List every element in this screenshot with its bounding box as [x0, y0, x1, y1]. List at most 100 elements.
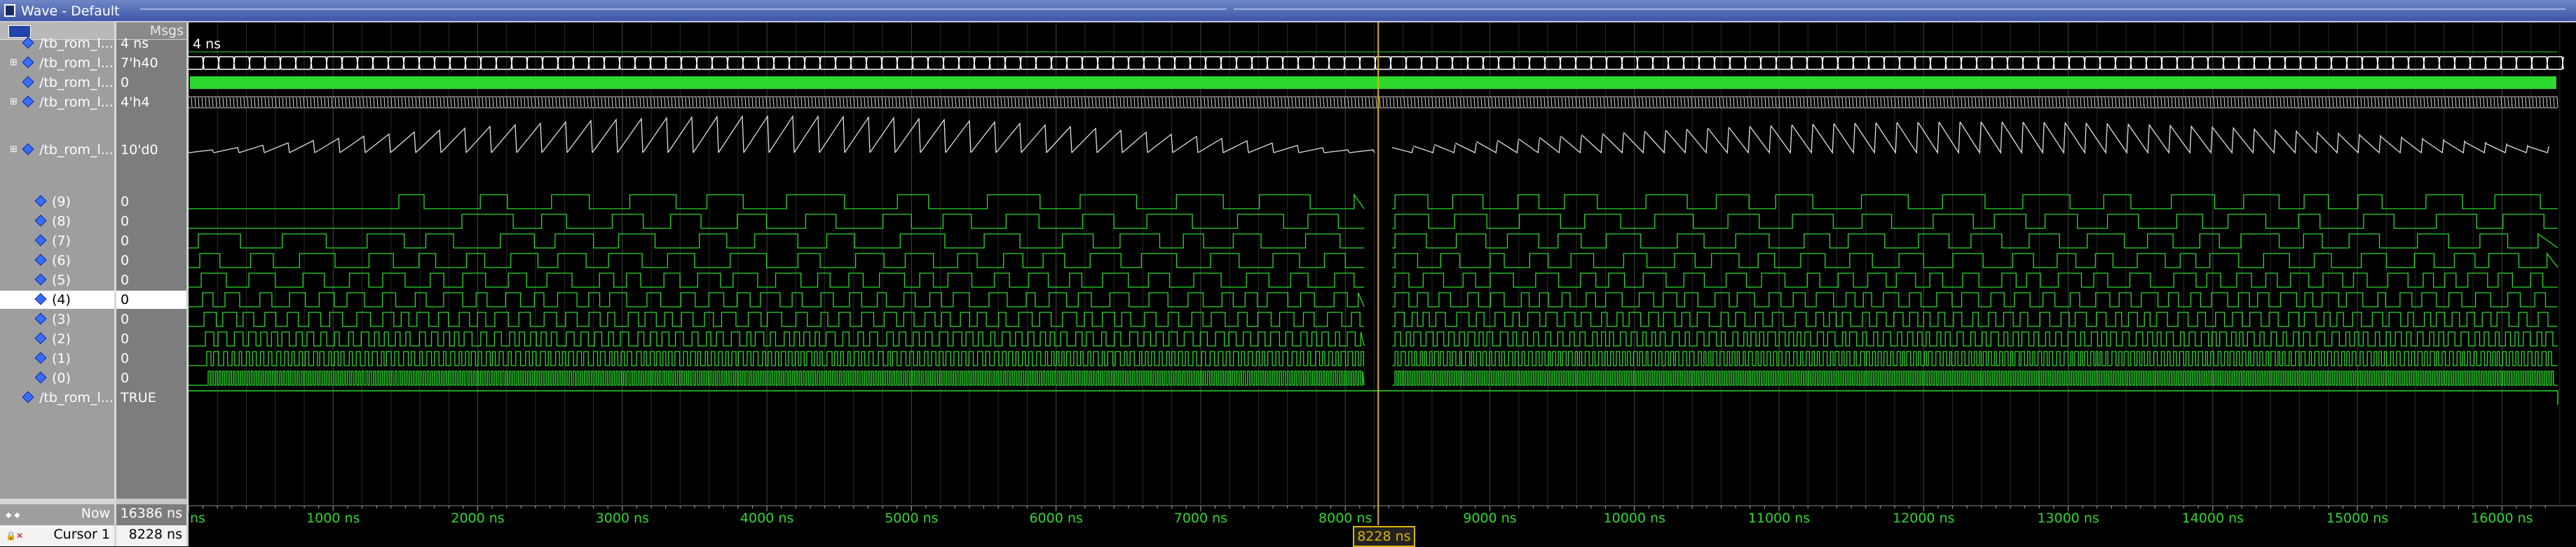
- signal-name: (0): [52, 371, 71, 386]
- now-label: Now: [81, 506, 110, 521]
- fast-signal-wave: [190, 76, 2556, 89]
- signal-value-row[interactable]: TRUE: [116, 389, 186, 407]
- signal-row[interactable]: (2): [0, 330, 114, 348]
- signal-value-row[interactable]: 0: [116, 349, 186, 368]
- cursor-value: 8228 ns: [128, 527, 182, 542]
- signal-value: 0: [121, 272, 130, 288]
- signal-name: (8): [52, 214, 71, 229]
- signal-value-row[interactable]: 4'h4: [116, 93, 186, 111]
- cursor-label-cell[interactable]: 🔒✕ Cursor 1: [0, 525, 116, 546]
- signal-row[interactable]: (7): [0, 232, 114, 250]
- bit-wave: [189, 351, 2558, 366]
- dense-bus-wave: [189, 96, 2558, 109]
- signal-value-row[interactable]: 4 ns: [116, 34, 186, 53]
- cursor-time-badge[interactable]: 8228 ns: [1353, 526, 1415, 547]
- now-value-cell: 16386 ns: [116, 504, 189, 525]
- signal-diamond-icon: [34, 273, 47, 286]
- bit-wave: [189, 193, 2558, 209]
- signal-row[interactable]: (1): [0, 349, 114, 368]
- signal-value: 10'd0: [121, 142, 158, 158]
- ruler-tick-label: 10000 ns: [1604, 511, 1665, 525]
- signal-value: 0: [121, 292, 130, 307]
- ruler-tick-label: 8000 ns: [1318, 511, 1372, 525]
- signal-row[interactable]: ⊞ /tb_rom_l...: [0, 54, 114, 72]
- signal-name: (1): [52, 351, 71, 366]
- signal-value-row[interactable]: 0: [116, 212, 186, 230]
- bit-wave: [189, 272, 2558, 288]
- signal-value-row[interactable]: 0: [116, 271, 186, 289]
- signal-value-row[interactable]: 0: [116, 251, 186, 270]
- signal-row[interactable]: (6): [0, 251, 114, 270]
- signal-diamond-icon: [34, 371, 47, 384]
- signal-value-row[interactable]: 0: [116, 291, 186, 309]
- signal-diamond-icon: [22, 391, 34, 403]
- signal-value: 0: [121, 312, 130, 327]
- expand-icon[interactable]: ⊞: [10, 58, 18, 67]
- signal-row[interactable]: /tb_rom_l...: [0, 34, 114, 53]
- expand-icon[interactable]: ⊞: [10, 145, 18, 154]
- cursor-lock-icon[interactable]: 🔒✕: [6, 531, 31, 541]
- signal-row[interactable]: (0): [0, 369, 114, 387]
- signal-value: 4'h4: [121, 95, 150, 110]
- signal-name: (5): [52, 272, 71, 288]
- signal-value: 4 ns: [121, 36, 149, 51]
- signal-value-row[interactable]: 10'd0: [116, 141, 186, 159]
- signal-value-row[interactable]: 0: [116, 74, 186, 92]
- waveform-canvas[interactable]: 4 ns: [188, 22, 2576, 504]
- cursor-row: 🔒✕ Cursor 1 8228 ns 8228 ns: [0, 525, 2576, 547]
- signal-row[interactable]: /tb_rom_l...: [0, 74, 114, 92]
- signal-diamond-icon: [34, 254, 47, 266]
- signal-row[interactable]: (4): [0, 291, 114, 309]
- signal-value: TRUE: [121, 390, 156, 406]
- ruler-tick-label: 13000 ns: [2037, 511, 2099, 525]
- window-title: Wave - Default: [21, 4, 120, 19]
- signal-value: 0: [121, 214, 130, 229]
- now-icon: ⬥ ⬥: [6, 510, 20, 520]
- signal-diamond-icon: [22, 143, 34, 155]
- signal-name: /tb_rom_l...: [39, 95, 114, 110]
- signal-diamond-icon: [34, 214, 47, 227]
- signal-value-row[interactable]: 0: [116, 369, 186, 387]
- value-pane-scrollbar[interactable]: [116, 499, 186, 504]
- signal-name: /tb_rom_l...: [39, 142, 114, 158]
- time-ruler[interactable]: ns 1000 ns 2000 ns 3000 ns 4000 ns 5000 ns 600…: [189, 504, 2576, 525]
- signal-row[interactable]: ⊞ /tb_rom_l...: [0, 141, 114, 159]
- signal-value: 0: [121, 194, 130, 209]
- signal-row[interactable]: ⊞ /tb_rom_l...: [0, 93, 114, 111]
- signal-name: /tb_rom_l...: [39, 36, 114, 51]
- signal-value-row[interactable]: 0: [116, 193, 186, 211]
- bit-wave: [189, 292, 2558, 307]
- window-menu-icon[interactable]: [4, 4, 15, 17]
- analog-sawtooth-wave: [188, 114, 2549, 155]
- signal-value-row[interactable]: 0: [116, 330, 186, 348]
- signal-value: 7'h40: [121, 55, 158, 71]
- clock-label: 4 ns: [193, 36, 221, 52]
- signal-row[interactable]: (5): [0, 271, 114, 289]
- signal-row[interactable]: (3): [0, 310, 114, 328]
- expand-icon[interactable]: ⊞: [10, 97, 18, 106]
- signal-row[interactable]: (9): [0, 193, 114, 211]
- bit-wave: [189, 214, 2558, 229]
- now-row: ⬥ ⬥ Now 16386 ns ns 1000 ns 2000 ns 3000 ns…: [0, 504, 2576, 525]
- signal-name: (7): [52, 233, 71, 249]
- ruler-tick-label: ns: [190, 511, 205, 525]
- signal-value: 0: [121, 253, 130, 268]
- signal-value: 0: [121, 371, 130, 386]
- signal-diamond-icon: [34, 352, 47, 364]
- signal-value-row[interactable]: 0: [116, 310, 186, 328]
- name-pane-scrollbar[interactable]: [0, 499, 114, 504]
- waveform-pane[interactable]: 4 ns: [188, 22, 2576, 504]
- signal-row[interactable]: /tb_rom_l...: [0, 389, 114, 407]
- signal-diamond-icon: [34, 312, 47, 325]
- bit-wave: [189, 371, 2558, 386]
- signal-diamond-icon: [22, 76, 34, 88]
- signal-value-row[interactable]: 7'h40: [116, 54, 186, 72]
- ruler-tick-label: 14000 ns: [2182, 511, 2244, 525]
- cursor-value-cell[interactable]: 8228 ns: [116, 525, 189, 546]
- now-value: 16386 ns: [120, 506, 182, 521]
- signal-value-row[interactable]: 0: [116, 232, 186, 250]
- ruler-tick-label: 7000 ns: [1174, 511, 1227, 525]
- signal-diamond-icon: [22, 56, 34, 69]
- signal-row[interactable]: (8): [0, 212, 114, 230]
- signal-value-pane: Msgs 4 ns 7'h40 0 4'h4 10'd0 0 0 0 0 0 0 0 0 0 0 TRUE: [116, 22, 189, 504]
